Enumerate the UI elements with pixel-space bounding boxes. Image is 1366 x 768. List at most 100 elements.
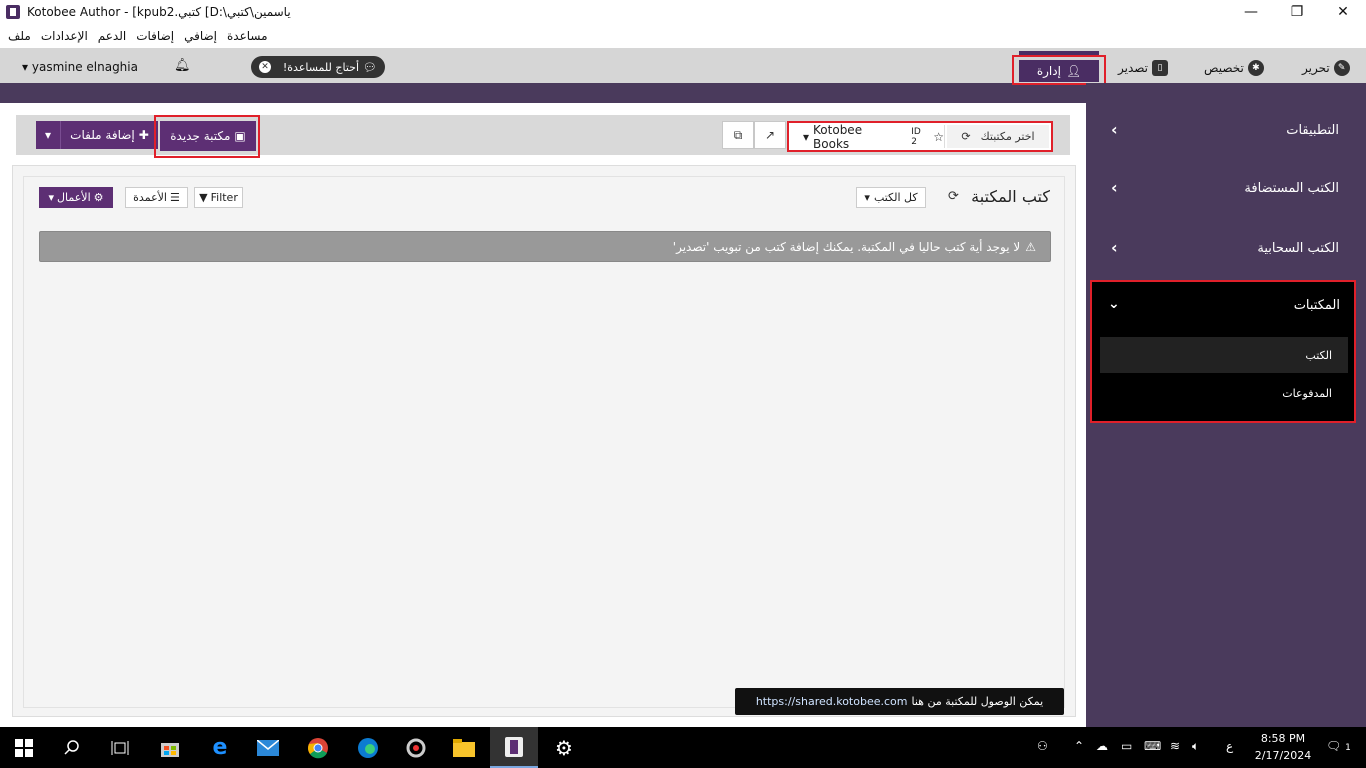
pencil-icon: ✎ xyxy=(1333,60,1350,76)
caret-down-icon: ▾ xyxy=(864,191,870,204)
search-button[interactable] xyxy=(48,727,96,768)
help-label: أحتاج للمساعدة! xyxy=(282,60,360,74)
start-button[interactable] xyxy=(0,727,48,768)
tab-edit[interactable]: ✎ تحرير xyxy=(1302,60,1350,76)
volume-icon[interactable]: 🔈︎ xyxy=(1192,739,1199,754)
sidebar-item-label: الكتب السحابية xyxy=(1257,241,1339,256)
mail-taskbar-icon[interactable] xyxy=(244,727,292,768)
menu-file[interactable]: ملف xyxy=(8,29,31,43)
settings-taskbar-icon[interactable]: ⚙ xyxy=(540,727,588,768)
chevron-left-icon: ‹ xyxy=(1111,120,1118,139)
menu-settings[interactable]: الإعدادات xyxy=(41,29,88,43)
choose-library-button[interactable]: اختر مكتبتك ⟳ xyxy=(947,125,1049,148)
battery-icon[interactable]: ▭ xyxy=(1121,739,1132,753)
main-content: ▾ ✚ إضافة ملفات ⧉ ↗ ▣ مكتبة جديدة كتب ال… xyxy=(0,103,1086,727)
open-external-button[interactable]: ↗ xyxy=(754,121,786,149)
tab-edit-label: تحرير xyxy=(1302,61,1330,75)
new-library-button[interactable]: ▣ مكتبة جديدة xyxy=(160,121,256,151)
store-taskbar-icon[interactable] xyxy=(146,727,194,768)
caret-down-icon: ▾ xyxy=(22,60,29,74)
help-button[interactable]: 💬︎ أحتاج للمساعدة! ✕ xyxy=(251,56,385,78)
task-view-button[interactable] xyxy=(96,727,144,768)
tooltip-url[interactable]: https://shared.kotobee.com xyxy=(756,695,908,708)
user-menu[interactable]: ▾ yasmine elnaghia xyxy=(22,60,138,74)
page-title: كتب المكتبة xyxy=(971,187,1050,206)
menu-bar: ملف الإعدادات الدعم إضافات إضافي مساعدة xyxy=(0,24,1366,48)
star-icon[interactable]: ☆ xyxy=(933,130,944,144)
tab-export[interactable]: ▯ تصدير xyxy=(1118,60,1169,76)
user-name: yasmine elnaghia xyxy=(31,60,138,74)
tab-customize[interactable]: ✱ تخصيص xyxy=(1204,60,1264,76)
filter-button[interactable]: ▼ Filter xyxy=(194,187,243,208)
books-filter-select[interactable]: كل الكتب ▾ xyxy=(856,187,926,208)
chevron-left-icon: ‹ xyxy=(1111,238,1118,257)
kotobee-app-icon xyxy=(6,5,20,19)
copy-button[interactable]: ⧉ xyxy=(722,121,754,149)
plus-icon: ✚ xyxy=(138,128,149,142)
clock-date: 2/17/2024 xyxy=(1254,749,1312,762)
file-explorer-taskbar-icon[interactable] xyxy=(440,727,488,768)
actions-button[interactable]: ⚙ الأعمال ▾ xyxy=(39,187,113,208)
external-link-icon: ↗ xyxy=(764,128,776,142)
sidebar-item-cloud-books[interactable]: الكتب السحابية ‹ xyxy=(1086,229,1366,269)
copy-icon: ⧉ xyxy=(733,127,743,142)
chevron-left-icon: ‹ xyxy=(1111,178,1118,197)
library-name: Kotobee Books xyxy=(813,122,863,151)
menu-addons[interactable]: إضافات xyxy=(136,29,174,43)
sidebar: التطبيقات ‹ الكتب المستضافة ‹ الكتب السح… xyxy=(1086,83,1366,727)
menu-help[interactable]: مساعدة xyxy=(227,29,268,43)
language-indicator[interactable]: ع xyxy=(1226,739,1233,753)
tab-manage[interactable]: 👤︎ إدارة xyxy=(1019,60,1099,82)
wifi-icon[interactable]: ≋ xyxy=(1170,739,1180,753)
sidebar-item-hosted-books[interactable]: الكتب المستضافة ‹ xyxy=(1086,169,1366,209)
edge-legacy-taskbar-icon[interactable]: e xyxy=(196,727,244,768)
sidebar-item-label: المكتبات xyxy=(1293,298,1340,313)
add-files-label: إضافة ملفات xyxy=(70,128,135,142)
choose-library-label: اختر مكتبتك xyxy=(980,130,1035,143)
device-icon: ▯ xyxy=(1152,60,1169,76)
sidebar-subitem-payments[interactable]: المدفوعات xyxy=(1100,375,1348,411)
kotobee-taskbar-icon[interactable] xyxy=(490,727,538,768)
edge-taskbar-icon[interactable] xyxy=(344,727,392,768)
minimize-button[interactable]: — xyxy=(1228,0,1274,24)
warning-icon: ⚠ xyxy=(1025,239,1036,254)
sidebar-item-libraries[interactable]: المكتبات ⌄ الكتب المدفوعات xyxy=(1090,280,1356,423)
tooltip-text: يمكن الوصول للمكتبة من هنا xyxy=(911,695,1044,708)
add-files-button[interactable]: ✚ إضافة ملفات xyxy=(61,121,158,149)
keyboard-icon[interactable]: ⌨ xyxy=(1144,739,1161,753)
notifications-button[interactable]: 🗨︎ 1 xyxy=(1326,739,1351,753)
windows-taskbar: e ⚙ ⚇ ⌃ ☁ ▭ ⌨ ≋ 🔈︎ ع 8:58 PM 2/17/2024 🗨… xyxy=(0,727,1366,768)
chevron-up-icon[interactable]: ⌃ xyxy=(1074,739,1084,753)
bell-icon[interactable]: 🔔︎ xyxy=(174,58,191,73)
maximize-button[interactable]: ❐ xyxy=(1274,0,1320,24)
library-selector-highlight: ▾ Kotobee Books ID 2 ☆ اختر مكتبتك ⟳ xyxy=(787,121,1053,152)
menu-extra[interactable]: إضافي xyxy=(184,29,217,43)
library-select[interactable]: ▾ Kotobee Books ID 2 ☆ xyxy=(791,122,945,151)
chrome-taskbar-icon[interactable] xyxy=(294,727,342,768)
clock[interactable]: 8:58 PM 2/17/2024 xyxy=(1252,730,1314,764)
task-view-icon xyxy=(111,740,129,755)
close-icon[interactable]: ✕ xyxy=(259,61,271,73)
refresh-icon: ⟳ xyxy=(961,130,971,143)
notification-count: 1 xyxy=(1345,743,1351,753)
alert-text: لا يوجد أية كتب حاليا في المكتبة. يمكنك … xyxy=(672,239,1021,254)
columns-button[interactable]: ☰ الأعمدة xyxy=(125,187,188,208)
menu-support[interactable]: الدعم xyxy=(98,29,126,43)
sidebar-item-apps[interactable]: التطبيقات ‹ xyxy=(1086,111,1366,151)
refresh-icon[interactable]: ⟳ xyxy=(948,189,959,204)
add-files-dropdown-button[interactable]: ▾ xyxy=(36,121,61,149)
app-taskbar-icon[interactable] xyxy=(392,727,440,768)
chat-icon: 💬︎ xyxy=(363,60,377,74)
cloud-icon[interactable]: ☁ xyxy=(1096,739,1108,753)
people-icon[interactable]: ⚇ xyxy=(1037,739,1048,753)
gear-icon: ⚙ xyxy=(555,735,573,760)
columns-label: الأعمدة xyxy=(133,191,167,204)
library-id: ID 2 xyxy=(911,126,921,147)
sidebar-subitem-books[interactable]: الكتب xyxy=(1100,337,1348,373)
clock-time: 8:58 PM xyxy=(1260,732,1306,745)
sidebar-item-label: التطبيقات xyxy=(1286,123,1339,138)
books-table-area: كتب المكتبة ⟳ كل الكتب ▾ ▼ Filter ☰ الأع… xyxy=(23,176,1065,708)
close-button[interactable]: ✕ xyxy=(1320,0,1366,24)
sidebar-item-label: الكتب المستضافة xyxy=(1244,181,1339,196)
actions-label: الأعمال xyxy=(57,191,91,204)
